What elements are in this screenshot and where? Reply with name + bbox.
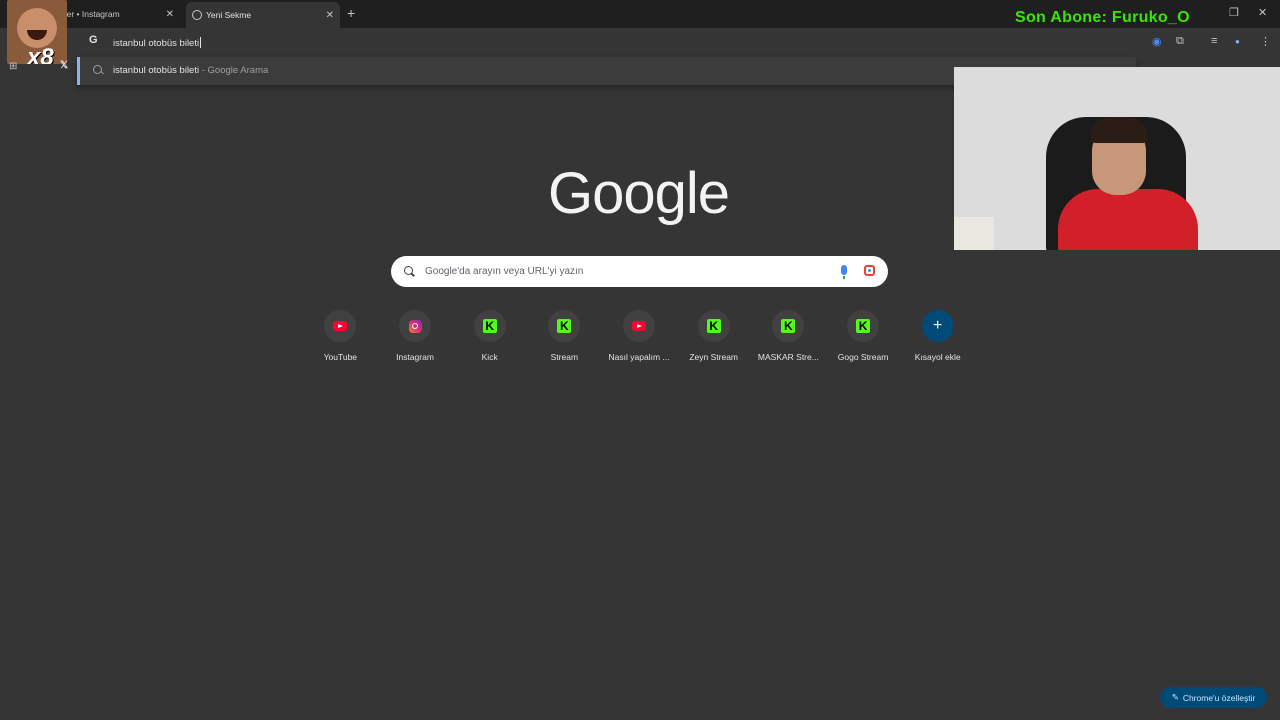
restore-icon[interactable]: ❐ xyxy=(1229,6,1239,19)
pencil-icon: ✎ xyxy=(1171,692,1179,702)
youtube-icon xyxy=(333,321,348,331)
tab-title: Yeni Sekme xyxy=(206,10,252,20)
reading-list-icon[interactable]: ≡ xyxy=(1211,35,1217,47)
text-caret xyxy=(200,37,202,48)
shortcut-label: Instagram xyxy=(396,352,434,362)
shortcut-label: Kısayol ekle xyxy=(914,352,961,362)
shortcut-tile xyxy=(623,310,656,342)
search-placeholder: Google'da arayın veya URL'yi yazın xyxy=(425,266,584,277)
add-shortcut-button[interactable]: + Kısayol ekle xyxy=(900,310,975,362)
customize-chrome-button[interactable]: ✎ Chrome'u özelleştir xyxy=(1160,687,1267,708)
shortcut-zeyn-stream[interactable]: K Zeyn Stream xyxy=(676,310,751,362)
close-icon[interactable]: ✕ xyxy=(166,9,174,20)
emote-overlay: x8 xyxy=(7,0,67,64)
shortcut-tile: K xyxy=(473,310,506,342)
webcam-person-body xyxy=(1058,189,1198,250)
shortcut-label: MASKAR Stre... xyxy=(757,352,819,362)
google-logo: Google xyxy=(548,161,730,226)
instagram-icon xyxy=(408,319,422,333)
plus-icon: + xyxy=(921,310,954,342)
kick-icon: K xyxy=(781,319,796,333)
shortcut-gogo-stream[interactable]: K Gogo Stream xyxy=(826,310,901,362)
google-lens-icon[interactable] xyxy=(864,265,875,276)
suggestion-text: istanbul otobüs bileti - Google Arama xyxy=(113,65,268,76)
shortcut-label: Zeyn Stream xyxy=(689,352,739,362)
shortcuts-grid: YouTube Instagram K Kick K Stream Nasıl … xyxy=(303,310,975,362)
shortcut-tile: K xyxy=(548,310,581,342)
shortcut-tile xyxy=(324,310,357,342)
shortcut-label: Stream xyxy=(550,352,579,362)
suggestion-suffix: - Google Arama xyxy=(199,65,269,76)
omnibox-value: istanbul otobüs bileti xyxy=(113,38,200,49)
search-icon xyxy=(93,65,102,74)
kick-icon: K xyxy=(706,319,721,333)
youtube-icon xyxy=(632,321,647,331)
kick-icon: K xyxy=(856,319,871,333)
omnibox-input[interactable]: istanbul otobüs bileti xyxy=(113,37,202,49)
shortcut-instagram[interactable]: Instagram xyxy=(378,310,453,362)
emote-face xyxy=(17,8,57,48)
shortcut-stream[interactable]: K Stream xyxy=(527,310,602,362)
shortcut-youtube[interactable]: YouTube xyxy=(303,310,378,362)
shortcut-label: Nasıl yapalım ... xyxy=(608,352,670,362)
customize-label: Chrome'u özelleştir xyxy=(1182,692,1256,703)
last-subscriber-overlay: Son Abone: Furuko_O xyxy=(1015,9,1190,26)
emote-multiplier: x8 xyxy=(27,44,54,64)
voice-search-icon[interactable] xyxy=(841,265,847,279)
globe-icon xyxy=(192,10,202,20)
shazam-icon[interactable]: ◉ xyxy=(1152,35,1162,48)
tab-title: eler • Instagram xyxy=(60,9,120,19)
tab-instagram[interactable]: eler • Instagram ✕ xyxy=(60,3,180,25)
new-tab-button[interactable]: + xyxy=(347,5,355,21)
shortcut-tile: K xyxy=(772,310,805,342)
suggestion-query: istanbul otobüs bileti xyxy=(113,65,200,76)
apps-grid-icon[interactable]: ⊞ xyxy=(9,61,17,72)
shortcut-tile: K xyxy=(697,310,730,342)
shortcut-tile xyxy=(399,310,431,342)
shortcut-maskar-stream[interactable]: K MASKAR Stre... xyxy=(751,310,826,362)
x-bookmark-icon[interactable]: 𝕏 xyxy=(60,60,68,71)
shortcut-kick[interactable]: K Kick xyxy=(452,310,527,362)
ntp-search-box[interactable]: Google'da arayın veya URL'yi yazın xyxy=(391,256,888,287)
profile-icon[interactable]: ● xyxy=(1235,37,1240,46)
shortcut-tile: K xyxy=(847,310,880,342)
shortcut-label: Gogo Stream xyxy=(837,352,889,362)
webcam-overlay xyxy=(954,67,1280,250)
close-icon[interactable]: ✕ xyxy=(326,10,334,21)
shortcut-label: YouTube xyxy=(323,352,358,362)
tab-new-tab[interactable]: Yeni Sekme ✕ xyxy=(186,2,340,28)
menu-icon[interactable]: ⋮ xyxy=(1260,35,1271,48)
extensions-icon[interactable]: ⧉ xyxy=(1176,35,1184,48)
shortcut-nasil-yapalim[interactable]: Nasıl yapalım ... xyxy=(602,310,677,362)
kick-icon: K xyxy=(557,319,572,333)
shortcut-label: Kick xyxy=(481,352,498,362)
search-icon xyxy=(404,266,413,275)
kick-icon: K xyxy=(482,319,497,333)
webcam-background-object xyxy=(954,217,994,250)
close-window-icon[interactable]: ✕ xyxy=(1258,6,1267,19)
webcam-person-hair xyxy=(1090,117,1148,143)
google-icon: G xyxy=(89,34,98,46)
